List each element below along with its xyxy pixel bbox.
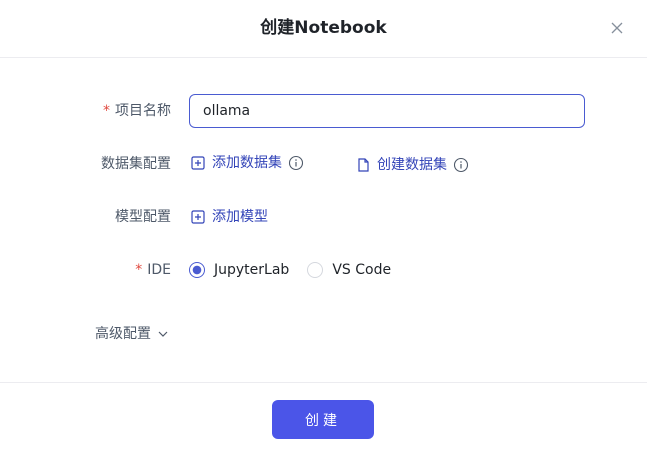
radio-jupyterlab[interactable]: JupyterLab [189, 260, 289, 280]
radio-vscode[interactable]: VS Code [307, 260, 391, 280]
dialog-header: 创建Notebook [0, 0, 647, 58]
model-config-label: 模型配置 [115, 209, 171, 225]
dialog-title: 创建Notebook [260, 18, 387, 38]
chevron-down-icon [158, 331, 168, 337]
info-circle-icon[interactable] [288, 155, 304, 171]
radio-label: VS Code [332, 262, 392, 278]
add-dataset-link[interactable]: 添加数据集 [191, 153, 304, 173]
radio-label: JupyterLab [214, 262, 290, 278]
plus-square-icon [191, 210, 205, 224]
radio-unselected-indicator[interactable] [307, 262, 324, 278]
plus-square-icon [191, 156, 205, 170]
ide-radio-group: JupyterLab VS Code [189, 260, 409, 280]
dataset-config-label: 数据集配置 [101, 156, 171, 172]
project-name-input[interactable] [189, 94, 585, 128]
add-model-link[interactable]: 添加模型 [191, 207, 268, 227]
advanced-config-label: 高级配置 [95, 326, 151, 342]
project-name-label-text: 项目名称 [115, 103, 171, 119]
create-button[interactable]: 创建 [272, 400, 374, 439]
create-dataset-label: 创建数据集 [377, 157, 447, 173]
create-notebook-dialog: 创建Notebook * 项目名称 数据集配置 添加数据集 [0, 0, 647, 458]
add-dataset-label: 添加数据集 [212, 155, 282, 171]
advanced-config-toggle[interactable]: 高级配置 [95, 324, 169, 344]
radio-selected-indicator[interactable] [189, 262, 205, 278]
required-mark: * [135, 262, 143, 278]
ide-label-text: IDE [147, 262, 171, 278]
info-circle-icon[interactable] [453, 157, 469, 173]
required-mark: * [103, 103, 110, 119]
ide-label: * IDE [135, 260, 171, 280]
close-icon[interactable] [609, 20, 625, 36]
project-name-label: * 项目名称 [103, 101, 171, 121]
create-dataset-link[interactable]: 创建数据集 [357, 155, 469, 175]
add-model-label: 添加模型 [212, 209, 268, 225]
file-icon [358, 158, 369, 172]
